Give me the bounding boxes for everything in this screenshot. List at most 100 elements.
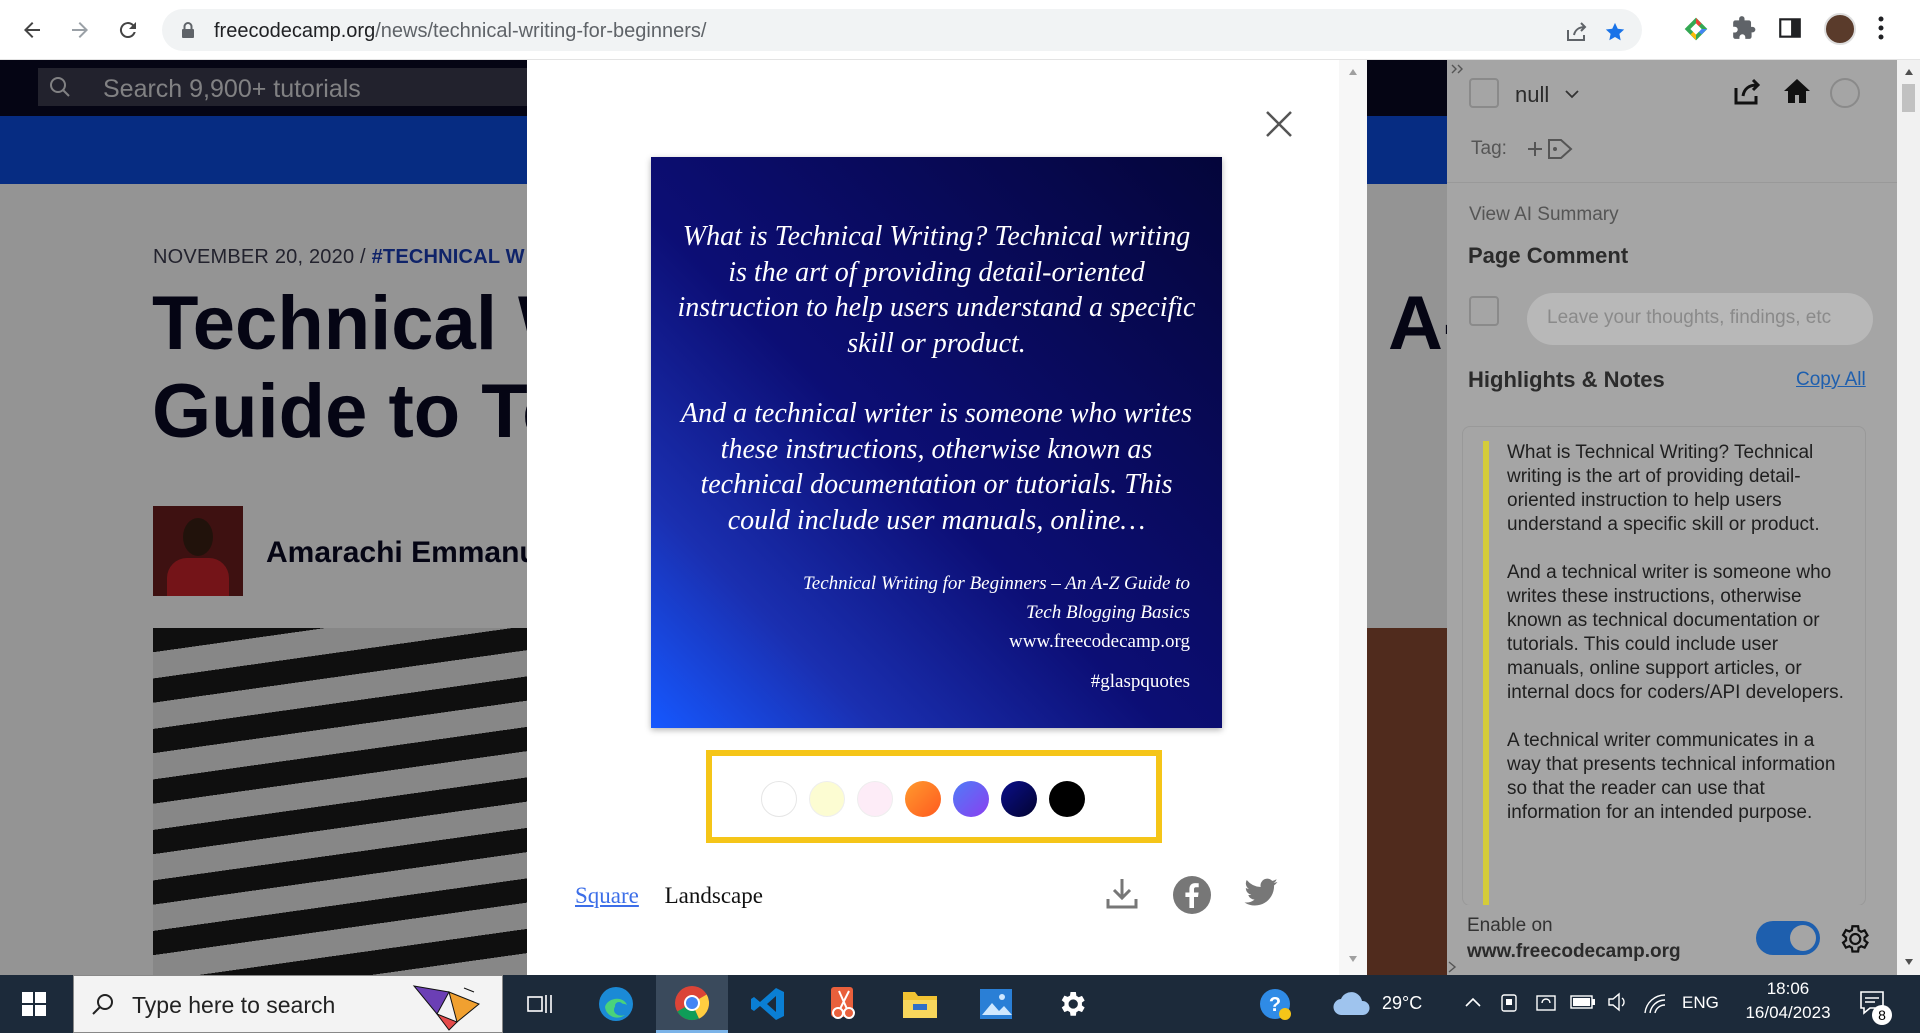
- scissors-icon: [831, 987, 855, 1019]
- lock-icon[interactable]: [180, 21, 196, 39]
- scroll-up-icon[interactable]: [1348, 68, 1358, 76]
- extensions-puzzle-icon[interactable]: [1731, 15, 1757, 41]
- color-picker: [706, 750, 1162, 843]
- task-view-icon: [527, 995, 552, 1013]
- swatch-pink[interactable]: [857, 781, 893, 817]
- color-extension-icon[interactable]: [1682, 15, 1710, 43]
- highlight-card[interactable]: What is Technical Writing? Technical wri…: [1462, 426, 1866, 906]
- chevron-up-icon[interactable]: [1465, 997, 1481, 1007]
- square-format-link[interactable]: Square: [575, 883, 639, 908]
- landscape-format-link[interactable]: Landscape: [665, 883, 763, 908]
- swatch-navy[interactable]: [1001, 781, 1037, 817]
- twitter-icon[interactable]: [1242, 875, 1280, 911]
- page-comment-input[interactable]: Leave your thoughts, findings, etc: [1527, 293, 1873, 345]
- taskbar-edge[interactable]: [580, 975, 652, 1033]
- page-scrollbar[interactable]: [1897, 60, 1920, 975]
- language-indicator[interactable]: ENG: [1682, 993, 1719, 1013]
- folder-icon: [903, 992, 937, 1018]
- arrow-left-icon: [24, 22, 40, 38]
- url-path: /news/technical-writing-for-beginners/: [375, 20, 707, 42]
- url-host: freecodecamp.org: [214, 20, 376, 42]
- scrollbar-thumb[interactable]: [1902, 84, 1915, 112]
- device-icon[interactable]: [1500, 993, 1518, 1013]
- taskbar-vscode[interactable]: [732, 975, 804, 1033]
- highlight-paragraph: And a technical writer is someone who wr…: [1507, 562, 1844, 703]
- copy-all-link[interactable]: Copy All: [1796, 369, 1866, 391]
- scroll-up-icon[interactable]: [1904, 68, 1914, 76]
- facebook-icon[interactable]: [1172, 875, 1212, 915]
- close-icon[interactable]: [1259, 104, 1299, 144]
- temperature-label[interactable]: 29°C: [1382, 993, 1422, 1014]
- profile-icon[interactable]: [1830, 78, 1860, 108]
- ai-summary-link[interactable]: View AI Summary: [1469, 204, 1619, 226]
- share-page-icon[interactable]: [1565, 21, 1589, 43]
- onedrive-sync-icon[interactable]: [1535, 992, 1557, 1014]
- settings-gear-icon[interactable]: [1837, 922, 1871, 956]
- highlight-color-bar: [1483, 441, 1489, 905]
- user-avatar[interactable]: [1469, 78, 1499, 108]
- modal-scrollbar[interactable]: [1339, 60, 1367, 975]
- quote-text: What is Technical Writing? Technical wri…: [676, 219, 1197, 538]
- side-panel-icon[interactable]: [1777, 15, 1803, 41]
- windows-start-icon[interactable]: [22, 992, 46, 1016]
- download-icon[interactable]: [1104, 875, 1140, 911]
- enable-site-label: www.freecodecamp.org: [1467, 941, 1681, 962]
- format-options: Square Landscape: [575, 883, 763, 909]
- open-external-icon[interactable]: [1732, 78, 1762, 106]
- taskbar-search-placeholder: Type here to search: [132, 992, 336, 1018]
- task-view-button[interactable]: [504, 975, 576, 1033]
- taskbar-settings[interactable]: [1036, 975, 1108, 1033]
- taskbar-chrome[interactable]: [656, 975, 728, 1033]
- quote-source-title: Technical Writing for Beginners – An A-Z…: [802, 573, 1190, 594]
- clock[interactable]: 18:06 16/04/2023: [1742, 979, 1834, 1023]
- clock-time: 18:06: [1766, 979, 1810, 998]
- battery-icon[interactable]: [1570, 995, 1596, 1009]
- more-menu-icon[interactable]: [1876, 15, 1886, 41]
- weather-cloud-icon: [1333, 992, 1370, 1016]
- taskbar-snipping-tool[interactable]: [808, 975, 880, 1033]
- gear-icon: [1061, 992, 1085, 1016]
- swatch-black[interactable]: [1049, 781, 1085, 817]
- swatch-white[interactable]: [761, 781, 797, 817]
- enable-on-label: Enable on: [1467, 915, 1553, 936]
- bookmark-star-icon[interactable]: [1603, 21, 1627, 43]
- notification-badge: 8: [1872, 1005, 1892, 1025]
- scroll-down-icon[interactable]: [1904, 958, 1914, 966]
- taskbar-photos[interactable]: [960, 975, 1032, 1033]
- volume-icon[interactable]: [1607, 991, 1629, 1013]
- forward-button[interactable]: [64, 14, 96, 46]
- chrome-icon: [675, 985, 710, 1020]
- taskbar-search-box[interactable]: Type here to search: [73, 975, 503, 1033]
- comment-placeholder: Leave your thoughts, findings, etc: [1547, 307, 1832, 328]
- wifi-icon[interactable]: [1643, 993, 1667, 1015]
- collapse-panel-icon[interactable]: [1451, 64, 1465, 74]
- quote-paragraph: And a technical writer is someone who wr…: [681, 398, 1192, 536]
- scroll-down-icon[interactable]: [1348, 955, 1358, 963]
- swatch-orange[interactable]: [905, 781, 941, 817]
- user-name[interactable]: null: [1515, 82, 1549, 108]
- swatch-blue-violet[interactable]: [953, 781, 989, 817]
- address-bar[interactable]: freecodecamp.org/news/technical-writing-…: [162, 9, 1642, 51]
- tag-label: Tag:: [1471, 138, 1507, 159]
- reload-button[interactable]: [112, 14, 144, 46]
- profile-avatar[interactable]: [1824, 13, 1856, 45]
- quote-paragraph: What is Technical Writing? Technical wri…: [677, 221, 1196, 359]
- page-comment-heading: Page Comment: [1468, 243, 1629, 268]
- add-tag-icon[interactable]: [1525, 134, 1575, 164]
- swatch-cream[interactable]: [809, 781, 845, 817]
- chevron-down-icon[interactable]: [1565, 90, 1579, 99]
- resize-handle-icon[interactable]: [1447, 960, 1463, 974]
- help-icon[interactable]: ?: [1258, 987, 1292, 1021]
- vscode-icon: [751, 988, 784, 1020]
- quote-share-modal: What is Technical Writing? Technical wri…: [527, 60, 1367, 975]
- home-icon[interactable]: [1782, 77, 1812, 105]
- windows-taskbar: Type here to search ? 29°C ENG 18:06 16/…: [0, 975, 1920, 1033]
- toggle-knob: [1790, 925, 1816, 951]
- url-text[interactable]: freecodecamp.org/news/technical-writing-…: [214, 20, 706, 43]
- taskbar-file-explorer[interactable]: [884, 975, 956, 1033]
- highlight-text: What is Technical Writing? Technical wri…: [1507, 441, 1847, 825]
- back-button[interactable]: [16, 14, 48, 46]
- edge-icon: [599, 987, 633, 1021]
- enable-toggle[interactable]: [1756, 921, 1820, 955]
- arrow-right-icon: [72, 22, 88, 38]
